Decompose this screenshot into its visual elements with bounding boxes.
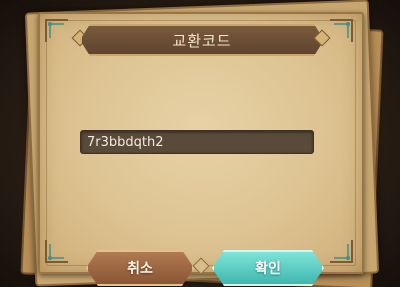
redeem-code-value: 7r3bbdqth2: [87, 134, 164, 150]
confirm-button[interactable]: 확인: [212, 250, 324, 286]
corner-ornament-icon: [44, 238, 70, 264]
dialog-title: 교환코드: [172, 31, 232, 50]
corner-ornament-icon: [328, 238, 354, 264]
confirm-button-label: 확인: [255, 261, 281, 277]
redeem-code-input[interactable]: 7r3bbdqth2: [80, 130, 314, 154]
cancel-button[interactable]: 취소: [86, 250, 194, 286]
corner-ornament-icon: [44, 18, 70, 44]
corner-ornament-icon: [328, 18, 354, 44]
dialog-title-bar: 교환코드: [80, 24, 324, 56]
game-screen: 교환코드 7r3bbdqth2 취소 확인: [0, 0, 400, 287]
cancel-button-label: 취소: [127, 261, 153, 277]
